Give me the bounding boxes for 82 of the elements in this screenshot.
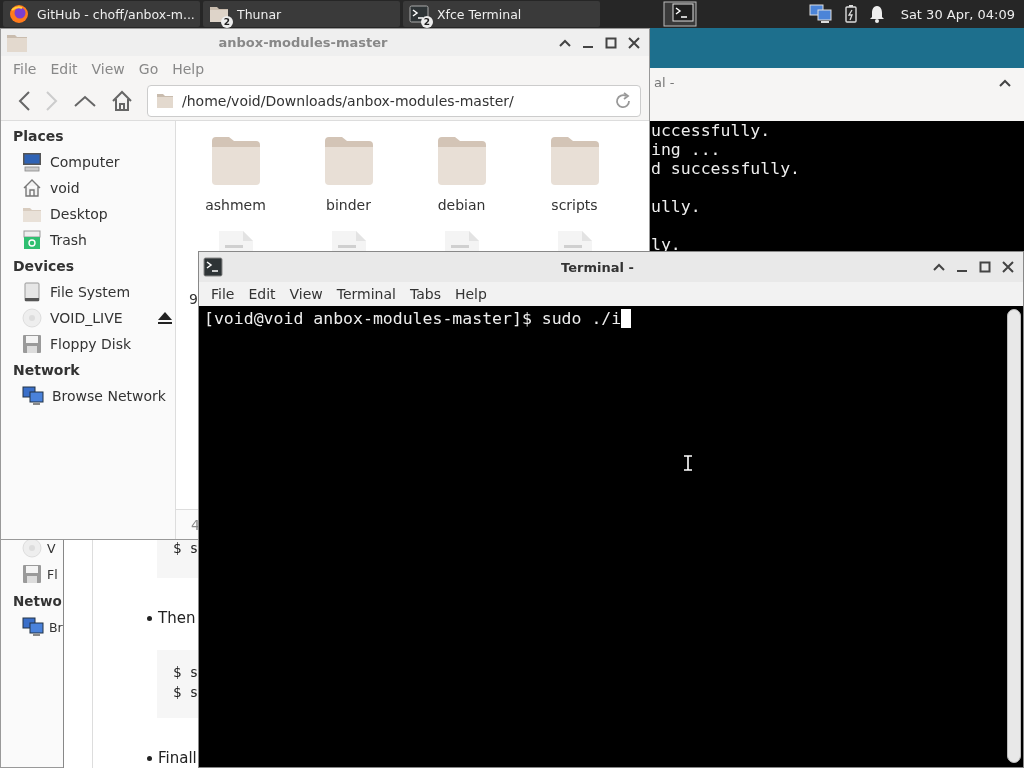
sidebar-item[interactable]: Floppy Disk (50, 336, 175, 352)
folder-icon (209, 135, 262, 187)
drive-icon (22, 282, 42, 302)
file-name[interactable]: debian (437, 197, 486, 214)
paragraph-text: Then (158, 609, 196, 627)
file-name[interactable]: scripts (551, 197, 598, 214)
count-badge: 2 (421, 16, 433, 28)
section-heading: Devices (13, 258, 75, 274)
up-icon[interactable] (73, 93, 97, 108)
house-icon (22, 178, 42, 198)
file-name[interactable]: 9 (189, 291, 198, 308)
maximize-icon[interactable] (604, 35, 618, 50)
menu-item[interactable]: File (204, 286, 242, 302)
close-icon[interactable] (627, 35, 641, 50)
battery-icon[interactable] (844, 5, 857, 23)
bullet-icon (147, 755, 152, 761)
taskbar-button[interactable]: 2 Xfce Terminal (403, 1, 600, 27)
trash-icon (22, 230, 42, 250)
network-icon (22, 386, 44, 406)
folder-icon (548, 135, 601, 187)
bell-icon[interactable] (868, 5, 885, 23)
window-title: anbox-modules-master (217, 35, 389, 50)
terminal-output-line: d successfully. (651, 159, 801, 178)
bullet-icon (147, 615, 152, 621)
section-heading: Netwo (13, 592, 62, 609)
count-badge: 2 (221, 16, 233, 28)
home-icon[interactable] (111, 89, 133, 112)
window-title: Terminal - (560, 259, 635, 275)
sidebar-item[interactable]: Computer (50, 154, 175, 170)
terminal-icon (203, 257, 223, 277)
code-line: $ s (173, 540, 199, 556)
folder-icon (209, 4, 229, 24)
computer-icon (22, 152, 42, 172)
eject-icon[interactable] (157, 311, 173, 325)
ibeam-pointer-icon (683, 455, 693, 471)
terminal-icon (409, 4, 429, 24)
folder-icon (435, 135, 488, 187)
file-name[interactable]: ashmem (205, 197, 266, 214)
terminal-prompt: [void@void anbox-modules-master]$ sudo ./i (204, 309, 622, 328)
menu-item[interactable]: Terminal (329, 286, 403, 302)
sidebar-item[interactable]: void (50, 180, 175, 196)
network-status-icon[interactable] (808, 4, 833, 24)
browser-icon (9, 4, 29, 24)
maximize-icon[interactable] (978, 260, 992, 274)
taskbar-button[interactable]: GitHub - choff/anbox-m... (3, 1, 200, 27)
menu-item[interactable]: Tabs (402, 286, 448, 302)
workspace-switcher-icon[interactable] (663, 1, 697, 27)
clock[interactable]: Sat 30 Apr, 04:09 (900, 6, 1015, 22)
sidebar-item[interactable]: Trash (50, 232, 175, 248)
menu-item[interactable]: Edit (241, 286, 283, 302)
section-heading: Network (13, 362, 80, 378)
sidebar-item[interactable]: Browse Network (52, 388, 175, 404)
disc-icon (22, 308, 42, 328)
terminal-output-line: uccessfully. (651, 121, 772, 140)
folder-icon (6, 32, 28, 53)
terminal-output-line: ing ... (651, 140, 722, 159)
folder-icon (156, 92, 174, 109)
folder-icon (322, 135, 375, 187)
status-text: 4 (191, 516, 200, 533)
sidebar-item[interactable]: File System (50, 284, 175, 300)
close-icon[interactable] (1001, 260, 1015, 274)
location-field[interactable]: /home/void/Downloads/anbox-modules-master/ (147, 84, 641, 117)
sidebar-item[interactable]: Br (49, 619, 63, 635)
code-line: $ s (173, 684, 199, 700)
scrollbar[interactable] (1007, 309, 1021, 763)
menu-item[interactable]: View (282, 286, 330, 302)
section-heading: Places (13, 128, 64, 144)
sidebar-item[interactable]: VOID_LIVE (50, 310, 149, 326)
taskbar-button[interactable]: 2 Thunar (203, 1, 400, 27)
reload-icon[interactable] (614, 91, 632, 110)
code-line: $ s (173, 664, 199, 680)
menu-item[interactable]: Help (447, 286, 494, 302)
terminal-output-line: ully. (651, 196, 702, 216)
sidebar-item[interactable]: Desktop (50, 206, 175, 222)
window-title: al - (654, 75, 676, 90)
network-icon (22, 617, 44, 637)
text-cursor (621, 309, 632, 328)
back-icon[interactable] (17, 89, 31, 112)
sidebar-item[interactable]: V (47, 540, 56, 556)
file-name[interactable]: binder (326, 197, 371, 214)
sidebar-item[interactable]: Fl (47, 566, 58, 582)
paragraph-text: Finall (158, 748, 197, 768)
